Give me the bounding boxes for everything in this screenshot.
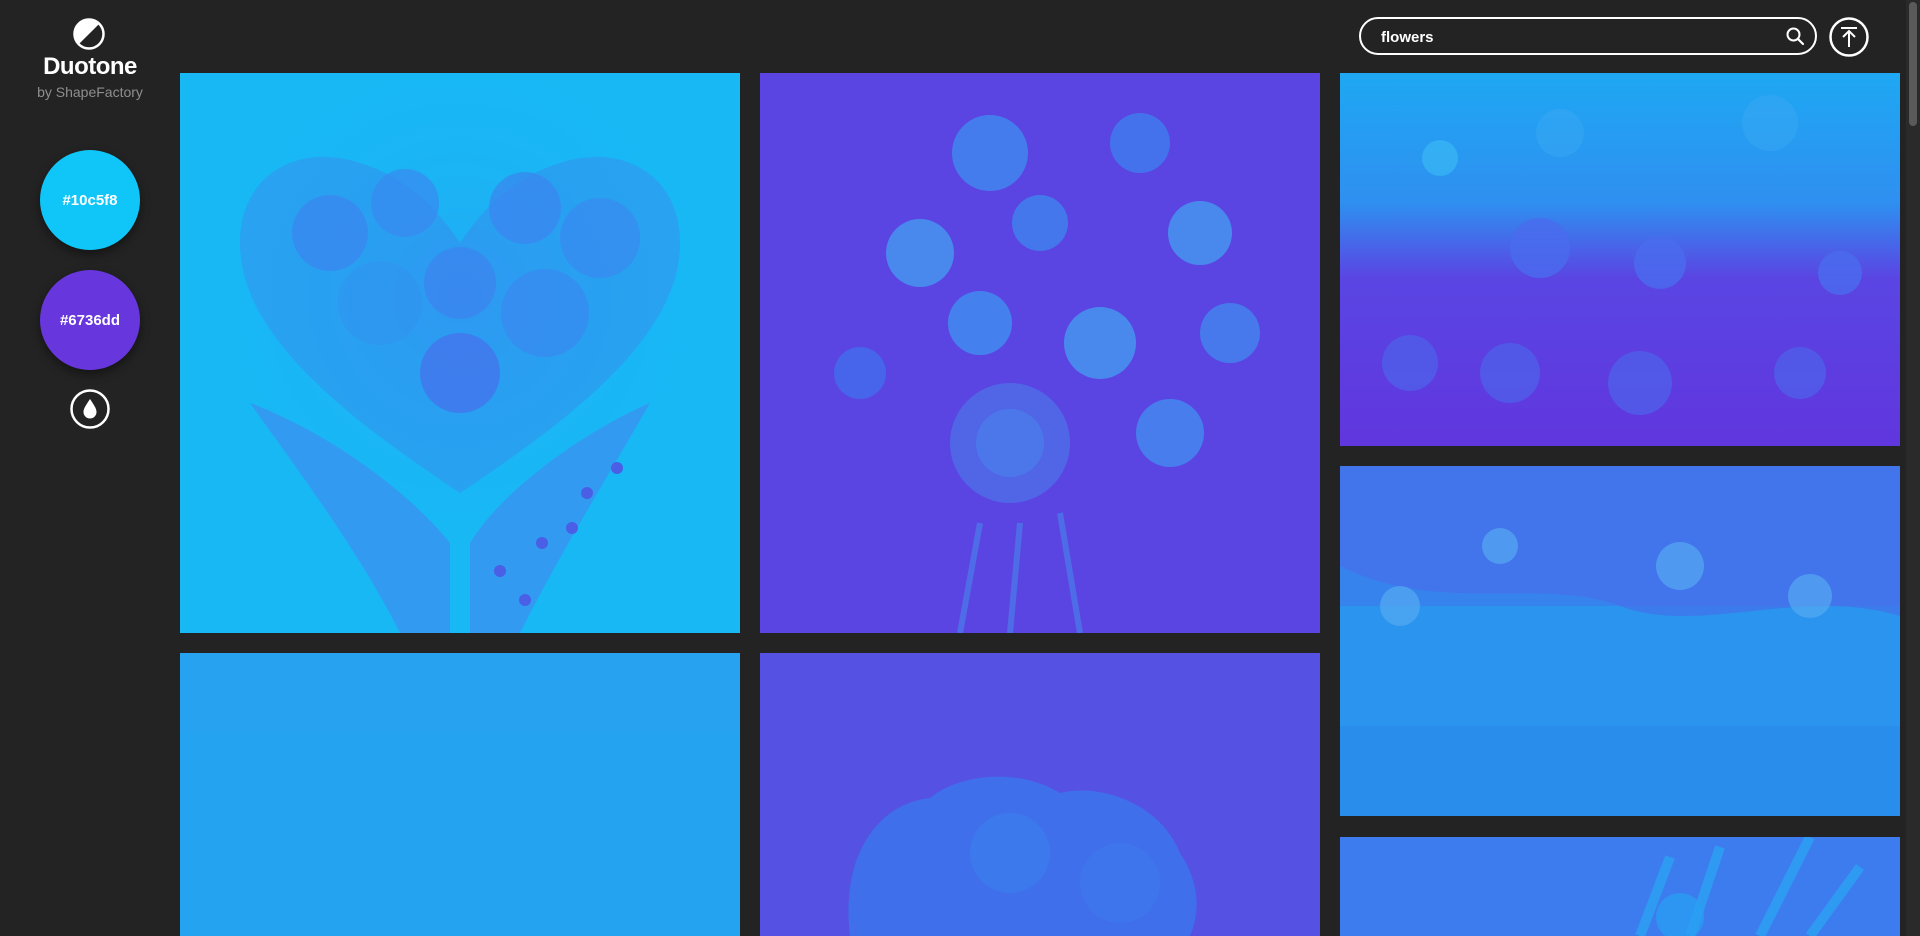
search-input[interactable]: [1379, 19, 1783, 55]
gallery-image-floral-arch[interactable]: [1340, 466, 1900, 816]
gallery-image-rose-bouquet[interactable]: [760, 73, 1320, 633]
gallery-image-flower-stems[interactable]: [1340, 837, 1900, 936]
primary-color-swatch[interactable]: #10c5f8: [40, 150, 140, 250]
search-icon[interactable]: [1785, 26, 1805, 46]
secondary-color-swatch[interactable]: #6736dd: [40, 270, 140, 370]
scrollbar-thumb[interactable]: [1909, 2, 1917, 126]
app-subtitle: by ShapeFactory: [37, 84, 143, 100]
sidebar: Duotone by ShapeFactory #10c5f8 #6736dd: [0, 0, 180, 936]
gallery-image-heart-bouquet[interactable]: [180, 73, 740, 633]
half-circle-icon: [73, 18, 105, 50]
scroll-to-top-icon[interactable]: [1829, 17, 1869, 57]
scrollbar[interactable]: [1906, 0, 1920, 936]
gallery-image-blurred-background[interactable]: [180, 653, 740, 936]
app-title: Duotone: [43, 53, 137, 80]
gallery-image-carnation[interactable]: [760, 653, 1320, 936]
gallery-image-dahlia-field[interactable]: [1340, 73, 1900, 446]
search-bar[interactable]: [1359, 17, 1817, 55]
water-drop-icon[interactable]: [70, 389, 110, 429]
